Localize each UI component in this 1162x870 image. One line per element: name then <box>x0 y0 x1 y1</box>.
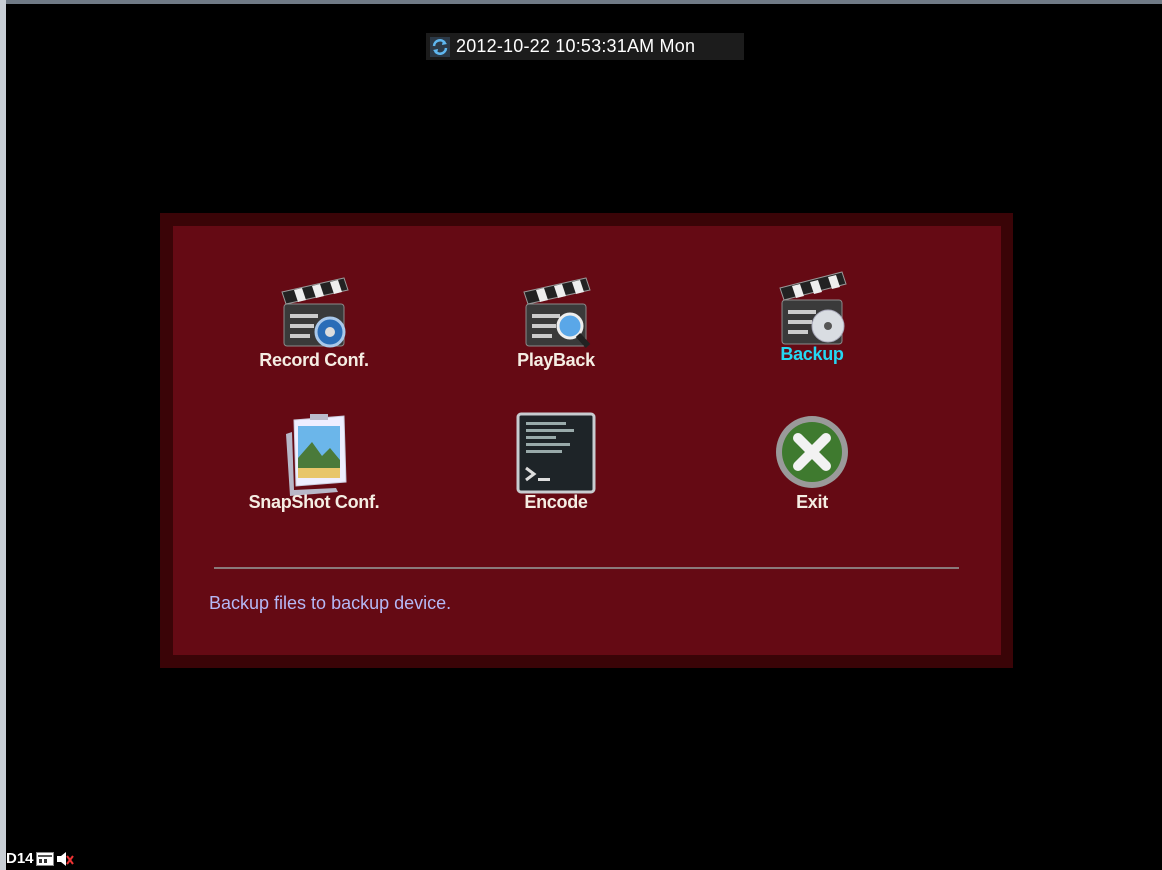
screen-top-edge <box>0 0 1162 4</box>
backup-button[interactable]: Backup <box>722 262 902 382</box>
status-bar: D14 <box>6 850 74 867</box>
encode-button[interactable]: Encode <box>466 412 646 532</box>
exit-label: Exit <box>796 492 828 512</box>
clapper-magnifier-icon <box>523 277 591 349</box>
clapper-disc-icon <box>779 271 847 345</box>
terminal-icon <box>516 412 596 494</box>
backup-label: Backup <box>780 344 844 364</box>
close-icon <box>776 416 848 488</box>
sync-icon <box>430 36 450 57</box>
clapper-gear-icon <box>281 277 349 348</box>
record-conf-button[interactable]: Record Conf. <box>224 270 404 390</box>
playback-label: PlayBack <box>517 350 595 370</box>
description-text: Backup files to backup device. <box>209 593 452 613</box>
exit-button[interactable]: Exit <box>722 412 902 532</box>
record-status-icon <box>35 851 54 866</box>
screen-left-edge <box>0 0 6 870</box>
datetime-display: 2012-10-22 10:53:31AM Mon <box>426 33 744 60</box>
encode-label: Encode <box>524 492 588 512</box>
record-conf-label: Record Conf. <box>259 350 369 370</box>
photo-icon <box>286 414 347 496</box>
divider <box>214 567 959 569</box>
snapshot-conf-button[interactable]: SnapShot Conf. <box>224 412 404 532</box>
channel-label: D14 <box>6 850 34 867</box>
snapshot-conf-label: SnapShot Conf. <box>248 492 380 512</box>
audio-muted-icon <box>56 851 74 866</box>
playback-button[interactable]: PlayBack <box>466 270 646 390</box>
datetime-text: 2012-10-22 10:53:31AM Mon <box>456 36 696 56</box>
